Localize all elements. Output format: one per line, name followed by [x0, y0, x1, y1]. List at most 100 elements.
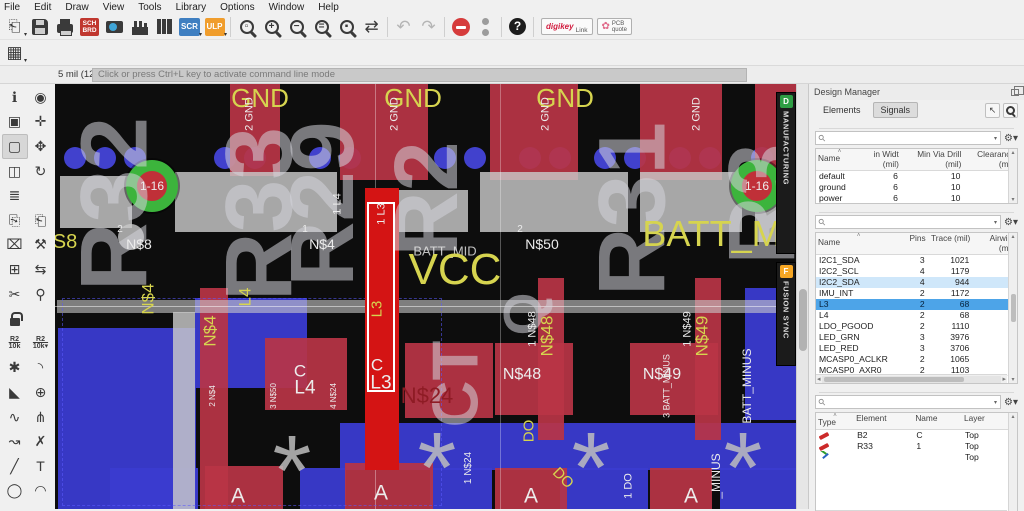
- board-canvas[interactable]: ****GNDGNDGND2 GND2 GND2 GND2 GNDR32R33R…: [55, 84, 796, 509]
- meander-tool-button[interactable]: ∿: [2, 405, 28, 430]
- table-vertical-scrollbar[interactable]: ▴▾: [1008, 149, 1017, 203]
- table-row[interactable]: Top: [816, 451, 1017, 462]
- tab-elements[interactable]: Elements: [815, 102, 869, 118]
- menu-item-tools[interactable]: Tools: [138, 2, 161, 13]
- menu-item-window[interactable]: Window: [269, 2, 305, 13]
- canvas-vertical-scrollbar[interactable]: [796, 84, 808, 509]
- sec-items-search[interactable]: ⚲▾: [815, 395, 1001, 409]
- table-row[interactable]: B2CTop: [816, 429, 1017, 440]
- sec-netclasses-search[interactable]: ⚲▾: [815, 131, 1001, 145]
- text-tool-button[interactable]: T: [28, 454, 54, 479]
- highlight-cursor-button[interactable]: ↖: [985, 103, 1000, 118]
- group-tool-button[interactable]: ▢: [2, 134, 28, 159]
- delete-tool-button[interactable]: ⌧: [2, 233, 28, 258]
- table-row[interactable]: ground6106: [816, 182, 1017, 193]
- mirror-tool-button[interactable]: ◫: [2, 159, 28, 184]
- table-row[interactable]: R331Top: [816, 440, 1017, 451]
- digikey-link-button[interactable]: digikey Link: [541, 18, 593, 35]
- search-parts-tool-button[interactable]: ⚲: [28, 282, 54, 307]
- command-line-input[interactable]: [92, 68, 747, 82]
- copy-tool-button[interactable]: ⎘: [2, 208, 28, 233]
- side-tab-manufacturing[interactable]: DMANUFACTURING: [776, 92, 796, 254]
- via-tool-button[interactable]: ⊕: [28, 380, 54, 405]
- undo-button[interactable]: ↶: [391, 15, 416, 39]
- help-button[interactable]: ?: [505, 15, 530, 39]
- swap-refresh-button[interactable]: ⇄: [359, 15, 384, 39]
- zoom-to-selected-button[interactable]: [1003, 103, 1018, 118]
- zoom-in-button[interactable]: +: [259, 15, 284, 39]
- miter-tool-button[interactable]: ◣: [2, 380, 28, 405]
- slice-tool-button[interactable]: ✂: [2, 282, 28, 307]
- zoom-fit-button[interactable]: ▫: [234, 15, 259, 39]
- table-row[interactable]: IMU_INT21172: [816, 288, 1017, 299]
- search-input[interactable]: [829, 397, 991, 407]
- schematic-board-toggle-button[interactable]: SCHBRD: [77, 15, 102, 39]
- table-vertical-scrollbar[interactable]: ▴▾: [1008, 413, 1017, 511]
- table-row[interactable]: L4268: [816, 310, 1017, 321]
- stop-button[interactable]: [448, 15, 473, 39]
- float-panel-icon[interactable]: [1011, 89, 1019, 96]
- name-tool-button[interactable]: R210k: [2, 331, 28, 356]
- zoom-select-button[interactable]: ▪: [334, 15, 359, 39]
- table-row[interactable]: power6106: [816, 193, 1017, 204]
- table-row[interactable]: L3268: [816, 299, 1017, 310]
- column-header[interactable]: ˄Type: [816, 413, 854, 429]
- mark-tool-button[interactable]: ✛: [28, 110, 54, 135]
- table-row[interactable]: I2C2_SDA4944: [816, 277, 1017, 288]
- replace-tool-button[interactable]: ⇆: [28, 257, 54, 282]
- info-tool-button[interactable]: ℹ: [2, 85, 28, 110]
- table-row[interactable]: MCASP0_ACLKR21065: [816, 354, 1017, 365]
- filter-settings-icon[interactable]: ⚙▾: [1004, 217, 1018, 228]
- table-row[interactable]: LED_RED33706: [816, 343, 1017, 354]
- menu-item-help[interactable]: Help: [318, 2, 339, 13]
- zoom-redraw-button[interactable]: =: [309, 15, 334, 39]
- table-row[interactable]: I2C1_SDA31021: [816, 255, 1017, 266]
- column-header[interactable]: Element: [854, 413, 913, 429]
- column-header[interactable]: Trace (mil): [928, 233, 973, 255]
- tab-signals[interactable]: Signals: [873, 102, 919, 118]
- open-button[interactable]: ⎗▾: [2, 15, 27, 39]
- search-input[interactable]: [829, 133, 991, 143]
- split-tool-button[interactable]: ⋔: [28, 405, 54, 430]
- ripup-tool-button[interactable]: ✗: [28, 429, 54, 454]
- side-tab-fusion-sync[interactable]: FFUSION SYNC: [776, 262, 796, 366]
- column-header[interactable]: in Widt(mil): [863, 149, 901, 171]
- menu-item-options[interactable]: Options: [220, 2, 254, 13]
- grid-button[interactable]: ▦▾: [2, 41, 27, 65]
- library-manager-button[interactable]: [152, 15, 177, 39]
- rotate-tool-button[interactable]: ↻: [28, 159, 54, 184]
- column-header[interactable]: Min Via Drill(mil): [901, 149, 964, 171]
- smash-tool-button[interactable]: ✱: [2, 356, 28, 381]
- scrollbar-handle[interactable]: [799, 289, 807, 351]
- menu-item-draw[interactable]: Draw: [65, 2, 88, 13]
- table-horizontal-scrollbar[interactable]: ◂▸: [816, 374, 1007, 383]
- table-row[interactable]: I2C2_SCL41179: [816, 266, 1017, 277]
- cam-processor-button[interactable]: [127, 15, 152, 39]
- change-tool-button[interactable]: ⚒: [28, 233, 54, 258]
- search-input[interactable]: [829, 217, 991, 227]
- menu-item-file[interactable]: File: [4, 2, 20, 13]
- menu-item-view[interactable]: View: [103, 2, 125, 13]
- lock-tool-button[interactable]: [2, 306, 28, 331]
- pcb-quote-button[interactable]: ✿ PCBquote: [597, 18, 632, 35]
- add-part-tool-button[interactable]: ⊞: [2, 257, 28, 282]
- print-button[interactable]: [52, 15, 77, 39]
- sec-signals-search[interactable]: ⚲▾: [815, 215, 1001, 229]
- filter-settings-icon[interactable]: ⚙▾: [1004, 397, 1018, 408]
- zoom-out-button[interactable]: −: [284, 15, 309, 39]
- route-corner-tool-button[interactable]: ◝: [28, 356, 54, 381]
- column-header[interactable]: Name: [913, 413, 962, 429]
- menu-item-edit[interactable]: Edit: [34, 2, 51, 13]
- script-button[interactable]: SCR▾: [177, 15, 202, 39]
- route-airwire-tool-button[interactable]: ↝: [2, 429, 28, 454]
- line-tool-button[interactable]: ╱: [2, 454, 28, 479]
- export-image-button[interactable]: [102, 15, 127, 39]
- layer-settings-tool-button[interactable]: ▣: [2, 110, 28, 135]
- paste-tool-button[interactable]: ⎗: [28, 208, 54, 233]
- table-vertical-scrollbar[interactable]: ▴▾: [1008, 233, 1017, 383]
- circle-tool-button[interactable]: ◯: [2, 479, 28, 504]
- value-tool-button[interactable]: R210k▾: [28, 331, 54, 356]
- filter-settings-icon[interactable]: ⚙▾: [1004, 133, 1018, 144]
- table-row[interactable]: LDO_PGOOD21110: [816, 321, 1017, 332]
- column-header[interactable]: Pins: [901, 233, 927, 255]
